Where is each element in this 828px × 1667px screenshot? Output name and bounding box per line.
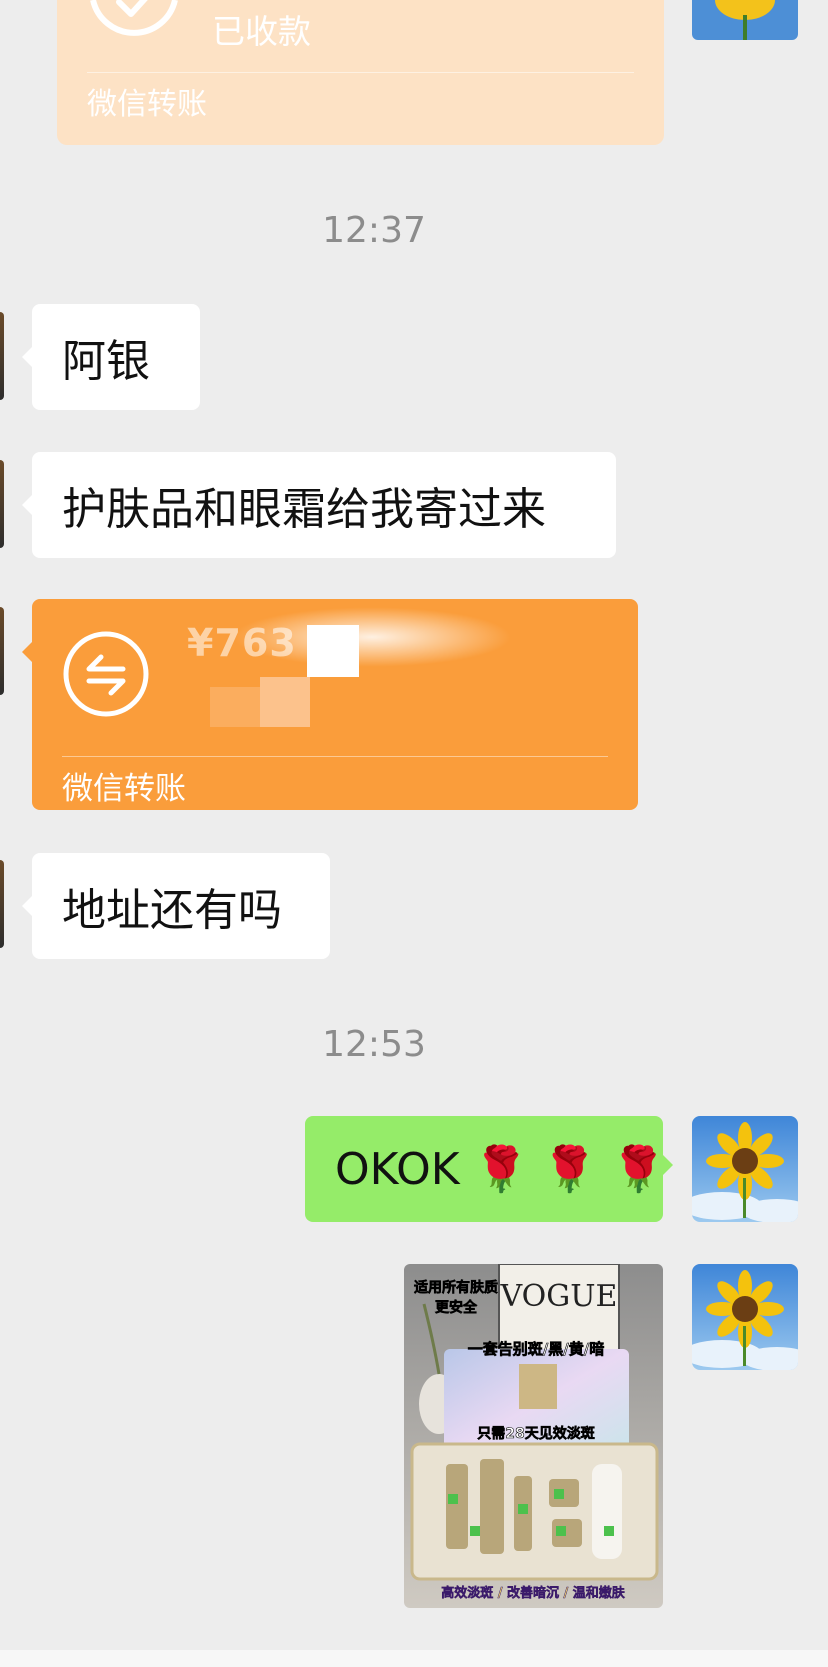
- image-caption-sub: 更安全: [435, 1299, 478, 1316]
- card-divider: [62, 756, 608, 757]
- contact-avatar[interactable]: [0, 607, 4, 695]
- transfer-label: 微信转账: [87, 87, 207, 122]
- message-text: OKOK 🌹 🌹 🌹: [335, 1144, 666, 1195]
- timestamp: 12:37: [322, 210, 426, 251]
- transfer-card[interactable]: ¥763 微信转账: [22, 599, 638, 810]
- my-avatar[interactable]: [692, 0, 798, 40]
- message-bubble[interactable]: 护肤品和眼霜给我寄过来: [22, 452, 616, 558]
- privacy-mosaic: [260, 677, 310, 727]
- transfer-status: 已收款: [212, 12, 311, 51]
- message-bubble[interactable]: 阿银: [22, 304, 200, 410]
- image-caption-top: 适用所有肤质: [414, 1279, 498, 1296]
- transfer-label: 微信转账: [62, 771, 186, 807]
- input-bar-edge: [0, 1650, 828, 1667]
- contact-avatar[interactable]: [0, 460, 4, 548]
- message-bubble[interactable]: 地址还有吗: [22, 853, 330, 959]
- my-message-bubble[interactable]: OKOK 🌹 🌹 🌹: [305, 1116, 673, 1222]
- image-footer: 高效淡斑 / 改善暗沉 / 温和嫩肤: [441, 1585, 626, 1601]
- contact-avatar[interactable]: [0, 860, 4, 948]
- message-text: 护肤品和眼霜给我寄过来: [62, 484, 546, 535]
- poster-brand-text: VOGUE: [500, 1279, 618, 1314]
- received-transfer-card[interactable]: 已收款 微信转账: [57, 0, 664, 145]
- message-text: 地址还有吗: [62, 885, 282, 936]
- timestamp: 12:53: [322, 1024, 426, 1065]
- contact-avatar[interactable]: [0, 312, 4, 400]
- privacy-mosaic: [307, 625, 359, 677]
- transfer-icon: [63, 631, 149, 717]
- transfer-received-icon: [90, 0, 178, 36]
- privacy-mosaic: [210, 687, 260, 727]
- image-slogan: 一套告别斑/黑/黄/暗: [468, 1340, 604, 1358]
- my-avatar[interactable]: [692, 1116, 798, 1222]
- product-image-message[interactable]: VOGUE 适用所有肤质 更安全 一套告别斑/黑/黄/暗 只需28天见效淡斑 高…: [404, 1264, 663, 1608]
- message-text: 阿银: [62, 336, 150, 387]
- image-promise: 只需28天见效淡斑: [477, 1425, 594, 1442]
- privacy-blur: [232, 607, 512, 667]
- card-divider: [87, 72, 634, 73]
- my-avatar[interactable]: [692, 1264, 798, 1370]
